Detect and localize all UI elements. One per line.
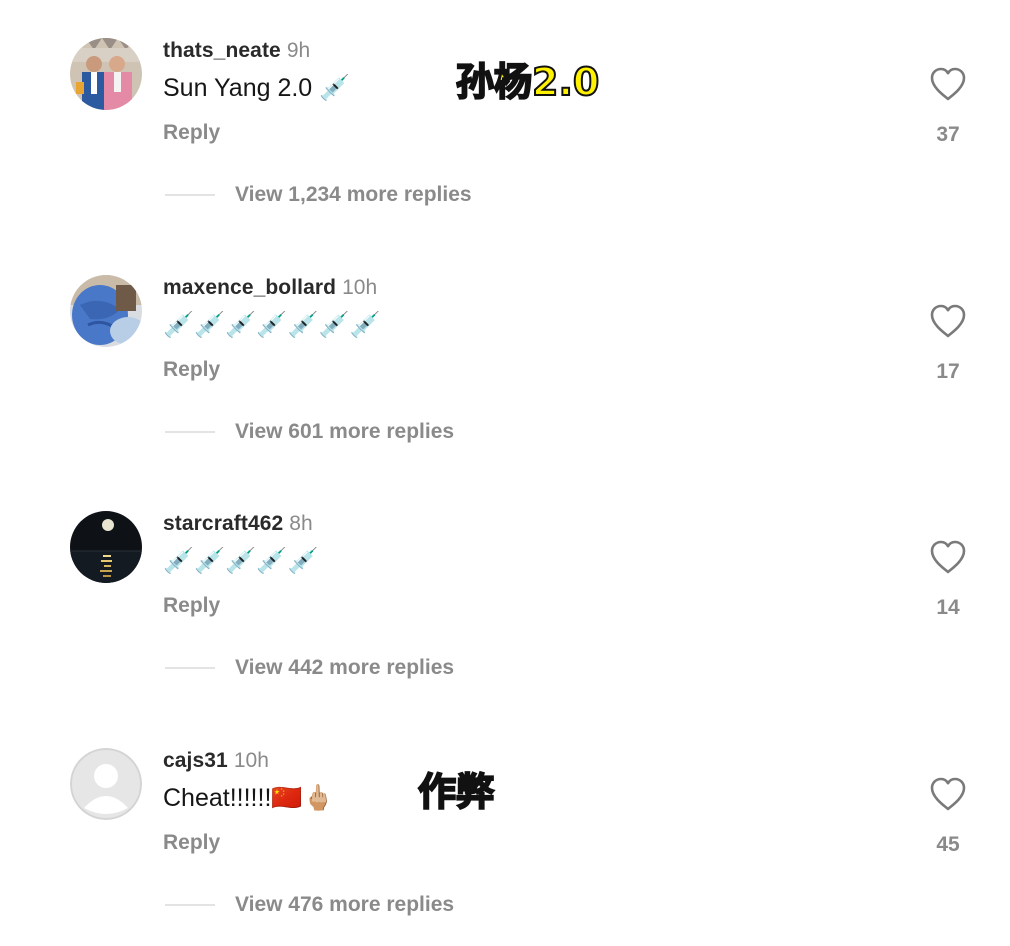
heart-icon[interactable] <box>929 776 967 812</box>
username[interactable]: maxence_bollard <box>163 276 336 299</box>
comment-time: 10h <box>233 749 269 772</box>
heart-icon[interactable] <box>929 539 967 575</box>
user-avatar[interactable] <box>70 38 142 110</box>
comment-meta: cajs31 10h <box>163 747 269 775</box>
replies-divider <box>165 194 215 196</box>
comment-text: Cheat!!!!!!🇨🇳🖕🏼 <box>163 784 334 812</box>
comment-text: 💉💉💉💉💉 <box>163 547 319 575</box>
comment-text: Sun Yang 2.0 💉 <box>163 74 351 102</box>
user-avatar[interactable] <box>70 511 142 583</box>
like-count: 37 <box>936 123 960 146</box>
user-avatar[interactable] <box>70 748 142 820</box>
like-count: 45 <box>936 833 960 856</box>
heart-icon[interactable] <box>929 66 967 102</box>
comment-time: 8h <box>289 512 313 535</box>
reply-button[interactable]: Reply <box>163 829 220 857</box>
comment-time: 9h <box>286 39 311 62</box>
reply-button[interactable]: Reply <box>163 119 220 147</box>
avatar-photo-moon-over-sea <box>70 511 142 583</box>
comment-meta: maxence_bollard 10h <box>163 274 377 302</box>
comment-meta: thats_neate 9h <box>163 37 310 65</box>
username[interactable]: thats_neate <box>163 39 281 62</box>
comment-text: 💉💉💉💉💉💉💉 <box>163 311 381 339</box>
user-avatar[interactable] <box>70 275 142 347</box>
avatar-default-placeholder <box>70 748 142 820</box>
reply-button[interactable]: Reply <box>163 592 220 620</box>
heart-icon[interactable] <box>929 303 967 339</box>
like-count: 14 <box>936 596 960 619</box>
reply-button[interactable]: Reply <box>163 356 220 384</box>
comment-item: maxence_bollard 10h 💉💉💉💉💉💉💉 Reply 17 View… <box>0 237 1010 473</box>
view-replies-button[interactable]: View 442 more replies <box>235 654 454 682</box>
avatar-photo-blue-shirt <box>70 275 142 347</box>
like-count: 17 <box>936 360 960 383</box>
comment-meta: starcraft462 8h <box>163 510 313 538</box>
username[interactable]: starcraft462 <box>163 512 283 535</box>
view-replies-button[interactable]: View 476 more replies <box>235 891 454 919</box>
view-replies-button[interactable]: View 1,234 more replies <box>235 181 472 209</box>
avatar-photo-two-men-in-suits <box>70 38 142 110</box>
replies-divider <box>165 904 215 906</box>
comment-item: starcraft462 8h 💉💉💉💉💉 Reply 14 View 442 m… <box>0 473 1010 709</box>
comment-item: cajs31 10h Cheat!!!!!!🇨🇳🖕🏼 作弊 Reply 45 Vi… <box>0 710 1010 946</box>
overlay-caption: 孙杨2.0 <box>455 59 600 105</box>
comment-item: thats_neate 9h Sun Yang 2.0 💉 孙杨2.0 Reply… <box>0 0 1010 236</box>
replies-divider <box>165 667 215 669</box>
view-replies-button[interactable]: View 601 more replies <box>235 418 454 446</box>
overlay-caption: 作弊 <box>417 769 495 815</box>
username[interactable]: cajs31 <box>163 749 228 772</box>
comment-time: 10h <box>342 276 378 299</box>
replies-divider <box>165 431 215 433</box>
